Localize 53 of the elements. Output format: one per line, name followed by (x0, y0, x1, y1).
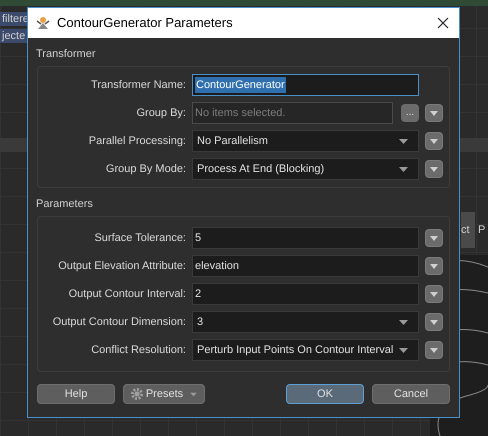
menu-button[interactable] (425, 257, 443, 275)
caret-icon (430, 292, 438, 296)
menu-button[interactable] (425, 229, 443, 247)
field-label: Output Elevation Attribute: (57, 258, 186, 274)
field-label: Output Contour Interval: (68, 286, 186, 302)
input-field[interactable]: No items selected. (192, 102, 393, 124)
input-field[interactable]: 2 (192, 283, 419, 305)
selected-text: ContourGenerator (195, 76, 286, 94)
dropdown[interactable]: No Parallelism (192, 130, 419, 152)
caret-icon (399, 320, 408, 324)
input-field[interactable]: 5 (192, 227, 419, 249)
caret-icon (430, 264, 438, 268)
menu-button[interactable] (425, 104, 443, 122)
text-field[interactable]: ContourGenerator (192, 74, 419, 96)
field-label: Group By: (135, 106, 186, 121)
presets-button[interactable]: Presets (123, 384, 205, 404)
menu-button[interactable] (425, 285, 443, 303)
field-label: Parallel Processing: (88, 134, 186, 149)
field-label: Conflict Resolution: (90, 342, 186, 358)
menu-button[interactable] (425, 160, 443, 178)
window-title: ContourGenerator Parameters (57, 14, 234, 32)
caret-icon (399, 348, 408, 352)
caret-icon (399, 138, 408, 144)
caret-icon (430, 348, 438, 352)
dialog-button[interactable]: OK (286, 384, 364, 404)
caret-icon (430, 138, 438, 144)
caret-icon (430, 166, 438, 172)
close-icon (437, 17, 449, 29)
dropdown[interactable]: 3 (192, 311, 419, 333)
caret-icon (190, 392, 198, 396)
caret-icon (399, 166, 408, 172)
menu-button[interactable] (425, 341, 443, 359)
dropdown[interactable]: Perturb Input Points On Contour Interval (192, 339, 419, 361)
field-label: Group By Mode: (104, 162, 186, 177)
app-icon (35, 15, 51, 31)
section-title: Parameters (36, 197, 94, 212)
dialog-button[interactable]: Cancel (372, 384, 450, 404)
caret-icon (430, 320, 438, 324)
toolbar-button[interactable]: ct (461, 212, 475, 248)
input-field[interactable]: elevation (192, 255, 419, 277)
menu-button[interactable] (425, 132, 443, 150)
caret-icon (430, 110, 438, 116)
menu-button[interactable] (425, 313, 443, 331)
dropdown[interactable]: Process At End (Blocking) (192, 158, 419, 180)
field-label: Output Contour Dimension: (52, 314, 186, 330)
caret-icon (430, 236, 438, 240)
field-label: Transformer Name: (90, 78, 186, 93)
section-title: Transformer (36, 47, 96, 62)
browse-button[interactable]: ... (401, 104, 419, 122)
toolbar-label: P (478, 222, 486, 238)
gear-icon (130, 387, 144, 401)
field-label: Surface Tolerance: (93, 230, 186, 246)
dialog-button[interactable]: Help (37, 384, 115, 404)
